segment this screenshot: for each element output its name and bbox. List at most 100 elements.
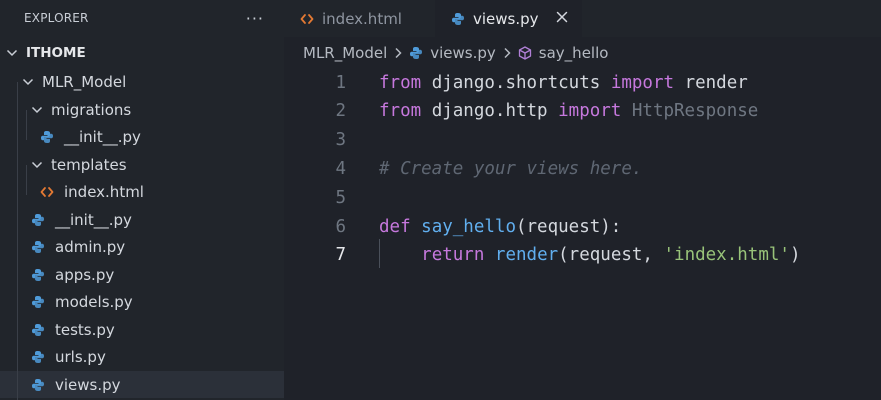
explorer-header: EXPLORER ··· bbox=[0, 0, 284, 36]
chevron-down-icon bbox=[31, 106, 43, 113]
line-number: 4 bbox=[335, 158, 346, 179]
breadcrumb-folder[interactable]: MLR_Model bbox=[303, 44, 387, 62]
code-text: from django.shortcuts import render bbox=[379, 68, 748, 97]
tree-file-init-py[interactable]: __init__.py bbox=[0, 123, 284, 150]
tree-file-tests-py[interactable]: tests.py bbox=[0, 316, 284, 343]
tab-bar: index.html views.py bbox=[284, 0, 881, 37]
code-token: # Create your views here. bbox=[379, 158, 643, 179]
tree-file-apps-py[interactable]: apps.py bbox=[0, 261, 284, 288]
python-file-icon bbox=[32, 378, 44, 391]
breadcrumb: MLR_Model views.py say_hello bbox=[284, 37, 881, 69]
python-file-icon bbox=[32, 268, 44, 281]
tree-folder-mlr-model[interactable]: MLR_Model bbox=[0, 68, 284, 95]
line-number: 6 bbox=[335, 216, 346, 237]
tree-file-index-html[interactable]: index.html bbox=[0, 178, 284, 205]
tab-label: index.html bbox=[322, 9, 402, 28]
tree-item-label: MLR_Model bbox=[42, 72, 127, 91]
chevron-right-icon bbox=[504, 47, 511, 59]
line-number: 1 bbox=[335, 72, 346, 93]
tree-file-views-py[interactable]: views.py bbox=[0, 371, 284, 398]
html-file-icon bbox=[300, 13, 314, 24]
chevron-down-icon bbox=[31, 161, 43, 168]
code-token: 'index.html' bbox=[663, 245, 790, 266]
close-icon[interactable] bbox=[554, 9, 570, 25]
code-token: import bbox=[610, 72, 675, 93]
code-token: django.shortcuts bbox=[421, 72, 611, 93]
code-line[interactable]: 1 from django.shortcuts import render bbox=[284, 68, 881, 97]
tree-item-label: models.py bbox=[55, 292, 133, 311]
tree-indent-guide bbox=[26, 110, 27, 140]
code-token: (request): bbox=[515, 216, 622, 237]
code-token: from bbox=[379, 72, 422, 93]
code-token: from bbox=[379, 101, 422, 122]
tree-folder-ithome[interactable]: ITHOME bbox=[0, 39, 284, 66]
code-text: from django.http import HttpResponse bbox=[379, 97, 758, 126]
chevron-right-icon bbox=[395, 47, 402, 59]
python-file-icon bbox=[410, 47, 423, 59]
python-file-icon bbox=[41, 130, 53, 143]
tree-item-label: ITHOME bbox=[26, 44, 86, 61]
python-file-icon bbox=[32, 213, 44, 226]
tree-file-admin-py[interactable]: admin.py bbox=[0, 233, 284, 260]
tree-item-label: migrations bbox=[51, 100, 132, 119]
html-file-icon bbox=[40, 186, 54, 197]
breadcrumb-file[interactable]: views.py bbox=[430, 44, 496, 62]
code-line[interactable]: 4 # Create your views here. bbox=[284, 154, 881, 183]
code-token: return bbox=[421, 245, 485, 266]
code-token: HttpResponse bbox=[621, 101, 759, 122]
python-file-icon bbox=[452, 12, 464, 25]
tree-item-label: index.html bbox=[64, 182, 144, 201]
tree-file-urls-py[interactable]: urls.py bbox=[0, 343, 284, 370]
explorer-sidebar: EXPLORER ··· ITHOME MLR_Model migrations __… bbox=[0, 0, 284, 400]
tree-item-label: apps.py bbox=[55, 265, 115, 284]
code-editor[interactable]: 1 from django.shortcuts import render 2 fro… bbox=[284, 68, 881, 400]
tree-indent-guide bbox=[17, 82, 18, 400]
tab-views-py[interactable]: views.py bbox=[435, 0, 582, 37]
tree-indent-guide bbox=[26, 165, 27, 195]
tree-item-label: urls.py bbox=[55, 347, 106, 366]
code-text: def say_hello (request): bbox=[379, 212, 621, 241]
code-text: # Create your views here. bbox=[379, 154, 642, 183]
code-token: def bbox=[379, 216, 411, 237]
tree-file-init-py[interactable]: __init__.py bbox=[0, 206, 284, 233]
more-actions-icon[interactable]: ··· bbox=[246, 9, 264, 28]
code-token: render bbox=[674, 72, 748, 93]
python-file-icon bbox=[32, 240, 44, 253]
code-line[interactable]: 3 bbox=[284, 126, 881, 155]
python-file-icon bbox=[32, 295, 44, 308]
tree-item-label: __init__.py bbox=[64, 127, 141, 146]
code-text: return render (request, 'index.html') bbox=[379, 241, 800, 270]
tree-folder-migrations[interactable]: migrations bbox=[0, 96, 284, 123]
code-token: ) bbox=[789, 245, 801, 266]
code-token: say_hello bbox=[421, 216, 516, 237]
tree-item-label: templates bbox=[51, 155, 127, 174]
line-number: 3 bbox=[335, 130, 346, 151]
tab-label: views.py bbox=[473, 9, 539, 28]
tab-index-html[interactable]: index.html bbox=[284, 0, 435, 37]
code-line[interactable]: 6 def say_hello (request): bbox=[284, 212, 881, 241]
tree-item-label: __init__.py bbox=[55, 210, 132, 229]
chevron-down-icon bbox=[6, 49, 18, 56]
code-token: django.http bbox=[421, 101, 559, 122]
tree-file-models-py[interactable]: models.py bbox=[0, 288, 284, 315]
python-file-icon bbox=[32, 323, 44, 336]
code-token: import bbox=[558, 101, 622, 122]
explorer-title: EXPLORER bbox=[24, 11, 89, 25]
line-number: 2 bbox=[335, 101, 346, 122]
code-line[interactable]: 5 bbox=[284, 183, 881, 212]
breadcrumb-symbol[interactable]: say_hello bbox=[539, 44, 609, 62]
line-number: 5 bbox=[335, 187, 346, 208]
method-symbol-icon bbox=[518, 46, 531, 60]
code-token: (request, bbox=[558, 245, 664, 266]
python-file-icon bbox=[32, 350, 44, 363]
tree-item-label: tests.py bbox=[55, 320, 115, 339]
code-line[interactable]: 7 return render (request, 'index.html') bbox=[284, 241, 881, 270]
chevron-down-icon bbox=[22, 78, 34, 85]
code-line[interactable]: 2 from django.http import HttpResponse bbox=[284, 97, 881, 126]
code-token: render bbox=[494, 245, 559, 266]
tree-folder-templates[interactable]: templates bbox=[0, 151, 284, 178]
tree-item-label: views.py bbox=[55, 375, 121, 394]
